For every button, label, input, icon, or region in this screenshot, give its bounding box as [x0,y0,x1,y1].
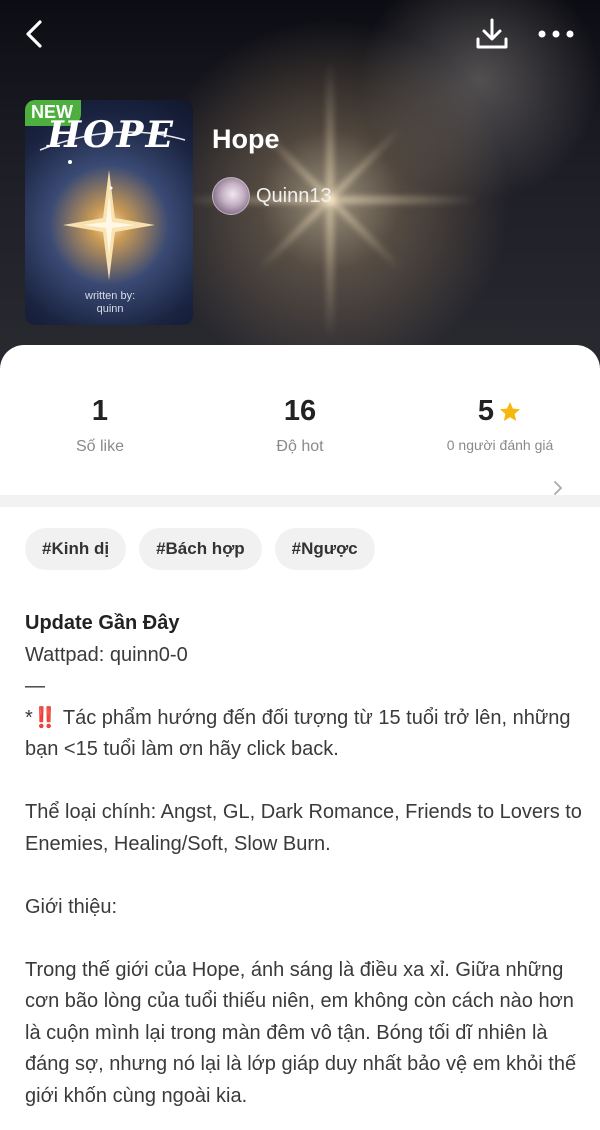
download-button[interactable] [472,14,512,54]
tag-chip[interactable]: #Kinh dị [25,528,127,570]
rating-value: 5 [477,395,495,427]
star-icon [500,401,521,421]
description-heading: Update Gần Đây [25,612,180,634]
stat-rating[interactable]: 5 0 người đánh giá [400,395,600,454]
intro-text: Trong thế giới của Hope, ánh sáng là điề… [25,958,577,1107]
top-bar [0,0,600,70]
genres-line: Thể loại chính: Angst, GL, Dark Romance,… [25,801,582,855]
story-description: Update Gần Đây Wattpad: quinn0-0 — *‼️ T… [25,608,585,1112]
tag-chip[interactable]: #Ngược [274,528,375,570]
intro-label: Giới thiệu: [25,895,118,918]
likes-count: 1 [91,395,109,427]
double-exclamation-icon: ‼️ [32,706,58,729]
avatar[interactable] [212,177,250,215]
section-divider [0,495,600,507]
rating-value-row: 5 [478,395,522,428]
stat-likes: 1 Số like [0,395,200,456]
story-title: Hope [212,124,280,154]
likes-label: Số like [75,438,125,455]
wattpad-line: Wattpad: quinn0-0 [25,643,188,666]
hero-banner: NEW HOPE written by: quinn Hope Quinn13 [0,0,600,380]
story-cover[interactable]: NEW HOPE written by: quinn [25,100,193,325]
tag-chip[interactable]: #Bách hợp [139,528,262,570]
chevron-left-icon [26,20,42,48]
hot-count: 16 [283,395,317,427]
stat-hot: 16 Độ hot [200,395,400,456]
author-link[interactable]: Quinn13 [212,177,332,215]
age-warning: *‼️ Tác phẩm hướng đến đối tượng từ 15 t… [25,703,585,766]
warning-text: Tác phẩm hướng đến đối tượng từ 15 tuổi … [25,706,571,761]
back-button[interactable] [18,16,54,52]
details-sheet: 1 Số like 16 Độ hot 5 0 người đánh giá #… [0,345,600,1130]
more-options-button[interactable] [534,20,578,48]
hot-label: Độ hot [276,438,324,455]
warning-prefix: * [25,706,33,729]
cover-byline: written by: quinn [85,290,136,315]
dash-line: — [25,675,45,697]
rating-label: 0 người đánh giá [446,437,554,453]
tag-list: #Kinh dị #Bách hợp #Ngược [25,528,375,570]
more-horizontal-icon [538,30,574,38]
download-icon [476,18,508,49]
author-name[interactable]: Quinn13 [256,185,332,208]
cover-title-art: HOPE [47,114,175,156]
stats-row: 1 Số like 16 Độ hot 5 0 người đánh giá [0,373,600,495]
